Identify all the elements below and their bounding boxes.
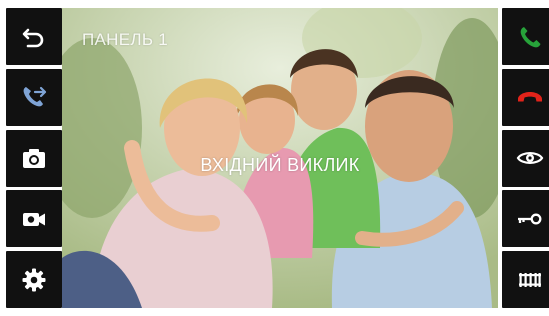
hang-up-button[interactable] xyxy=(502,68,549,126)
intercom-screen: ПАНЕЛЬ 1 ВХІДНИЙ ВИКЛИК xyxy=(0,0,549,316)
open-gate-button[interactable] xyxy=(502,251,549,308)
gate-icon xyxy=(519,272,541,287)
unlock-key-icon xyxy=(518,213,542,225)
call-status-label: ВХІДНИЙ ВИКЛИК xyxy=(200,155,360,175)
panel-label: ПАНЕЛЬ 1 xyxy=(82,30,169,49)
camera-icon xyxy=(23,149,45,168)
video-record-icon xyxy=(23,212,45,226)
call-transfer-button[interactable] xyxy=(6,68,62,126)
answer-call-icon xyxy=(520,26,541,47)
video-record-button[interactable] xyxy=(6,190,62,248)
left-button-column xyxy=(6,8,62,308)
call-transfer-icon xyxy=(23,87,47,107)
monitor-button[interactable] xyxy=(502,129,549,187)
snapshot-button[interactable] xyxy=(6,129,62,187)
hang-up-icon xyxy=(518,92,542,102)
monitor-eye-icon xyxy=(516,152,544,164)
unlock-door-button[interactable] xyxy=(502,190,549,248)
settings-button[interactable] xyxy=(6,251,62,308)
settings-gear-icon xyxy=(22,268,46,291)
back-button[interactable] xyxy=(6,8,62,65)
right-button-column xyxy=(502,8,549,308)
back-arrow-icon xyxy=(22,28,44,47)
answer-call-button[interactable] xyxy=(502,8,549,65)
camera-video-feed: ПАНЕЛЬ 1 ВХІДНИЙ ВИКЛИК xyxy=(62,8,498,308)
